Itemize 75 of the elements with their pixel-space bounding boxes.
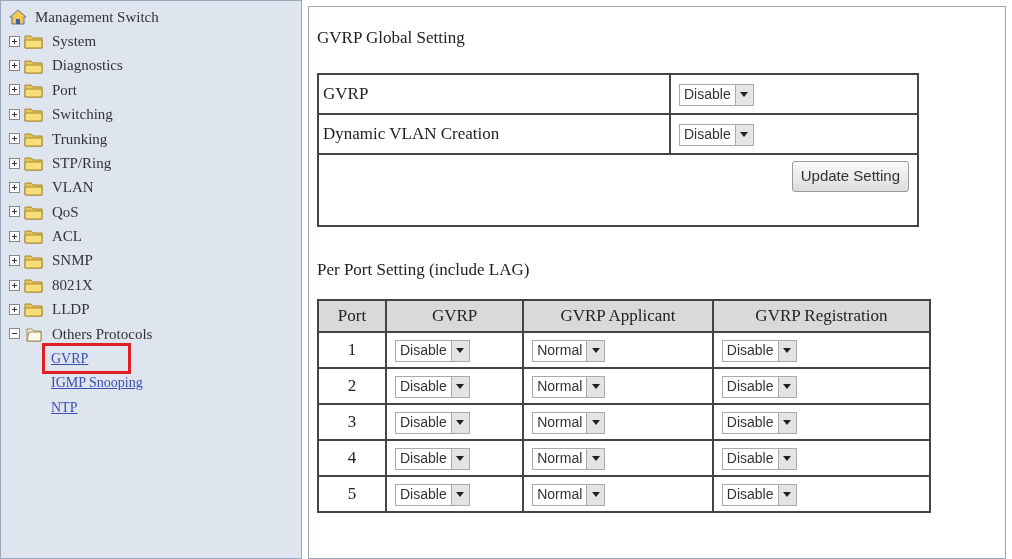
expand-icon[interactable] — [9, 279, 20, 291]
port-number: 5 — [318, 476, 386, 512]
port-number: 4 — [318, 440, 386, 476]
expand-icon[interactable] — [9, 304, 20, 315]
setting-dropdown[interactable]: Disable — [679, 83, 754, 106]
setting-dropdown[interactable]: Disable — [679, 123, 754, 146]
expand-icon[interactable] — [9, 206, 20, 218]
setting-label: Dynamic VLAN Creation — [318, 114, 670, 154]
port-setting-dropdown[interactable]: Normal — [532, 411, 606, 434]
tree-folder-label[interactable]: STP/Ring — [52, 151, 112, 175]
expand-icon[interactable] — [9, 182, 20, 194]
port-number: 2 — [318, 368, 386, 404]
folder-icon — [24, 81, 44, 98]
port-setting-dropdown[interactable]: Disable — [721, 483, 797, 506]
folder-icon — [24, 252, 44, 269]
port-number: 1 — [318, 332, 386, 368]
port-setting-dropdown[interactable]: Disable — [395, 339, 470, 362]
expand-icon[interactable] — [9, 230, 20, 242]
port-setting-dropdown[interactable]: Disable — [395, 375, 470, 398]
tree-folder-label[interactable]: Switching — [52, 103, 113, 126]
expand-icon[interactable] — [9, 35, 20, 47]
expand-icon[interactable] — [9, 255, 20, 267]
folder-icon — [24, 179, 44, 196]
folder-icon — [24, 301, 44, 318]
folder-icon — [24, 228, 44, 245]
tree-link[interactable]: GVRP — [45, 345, 129, 371]
port-setting-dropdown[interactable]: Disable — [721, 411, 797, 434]
expand-icon[interactable] — [9, 60, 20, 72]
folder-icon — [24, 277, 44, 294]
expand-icon[interactable] — [9, 157, 20, 169]
column-header: GVRP Applicant — [523, 300, 713, 332]
port-setting-dropdown[interactable]: Normal — [532, 375, 606, 398]
house-icon — [9, 8, 27, 26]
tree-link[interactable]: IGMP Snooping — [51, 372, 143, 394]
folder-icon — [24, 57, 44, 74]
tree-folder-label[interactable]: Trunking — [52, 127, 108, 150]
section-title: GVRP Global Setting — [317, 27, 466, 49]
port-setting-dropdown[interactable]: Normal — [532, 483, 606, 506]
tree-folder-label[interactable]: LLDP — [52, 298, 90, 321]
section-title: Per Port Setting (include LAG) — [317, 259, 531, 281]
port-setting-dropdown[interactable]: Normal — [532, 447, 606, 470]
collapse-icon[interactable] — [9, 328, 20, 340]
expand-icon[interactable] — [9, 133, 20, 145]
port-setting-dropdown[interactable]: Disable — [395, 483, 470, 506]
port-setting-dropdown[interactable]: Disable — [395, 411, 470, 434]
tree-folder-label[interactable]: System — [52, 29, 97, 53]
open-folder-icon — [24, 325, 44, 342]
port-setting-dropdown[interactable]: Disable — [395, 447, 470, 470]
tree-folder-label[interactable]: QoS — [52, 200, 79, 224]
column-header: GVRP — [386, 300, 524, 332]
tree-folder-label[interactable]: 8021X — [52, 273, 93, 297]
folder-icon — [24, 106, 44, 123]
tree-folder-label[interactable]: Diagnostics — [52, 54, 123, 77]
folder-icon — [24, 203, 44, 220]
tree-folder-label[interactable]: VLAN — [52, 176, 94, 199]
port-setting-dropdown[interactable]: Disable — [721, 339, 797, 362]
setting-label: GVRP — [318, 74, 670, 114]
column-header: Port — [318, 300, 386, 332]
tree-folder-label[interactable]: Port — [52, 78, 77, 102]
expand-icon[interactable] — [9, 108, 20, 120]
port-number: 3 — [318, 404, 386, 440]
tree-folder-label[interactable]: ACL — [52, 225, 82, 248]
tree-link[interactable]: NTP — [51, 396, 78, 418]
folder-icon — [24, 130, 44, 147]
tree-folder-label[interactable]: SNMP — [52, 249, 93, 272]
tree-root-label[interactable]: Management Switch — [35, 5, 159, 29]
update-setting-button[interactable]: Update Setting — [791, 161, 909, 192]
tree-folder-label[interactable]: Others Protocols — [52, 322, 153, 346]
port-setting-dropdown[interactable]: Disable — [721, 375, 797, 398]
column-header: GVRP Registration — [712, 300, 930, 332]
port-setting-dropdown[interactable]: Normal — [532, 339, 606, 362]
port-setting-dropdown[interactable]: Disable — [721, 447, 797, 470]
folder-icon — [24, 33, 44, 50]
expand-icon[interactable] — [9, 84, 20, 96]
folder-icon — [24, 155, 44, 172]
